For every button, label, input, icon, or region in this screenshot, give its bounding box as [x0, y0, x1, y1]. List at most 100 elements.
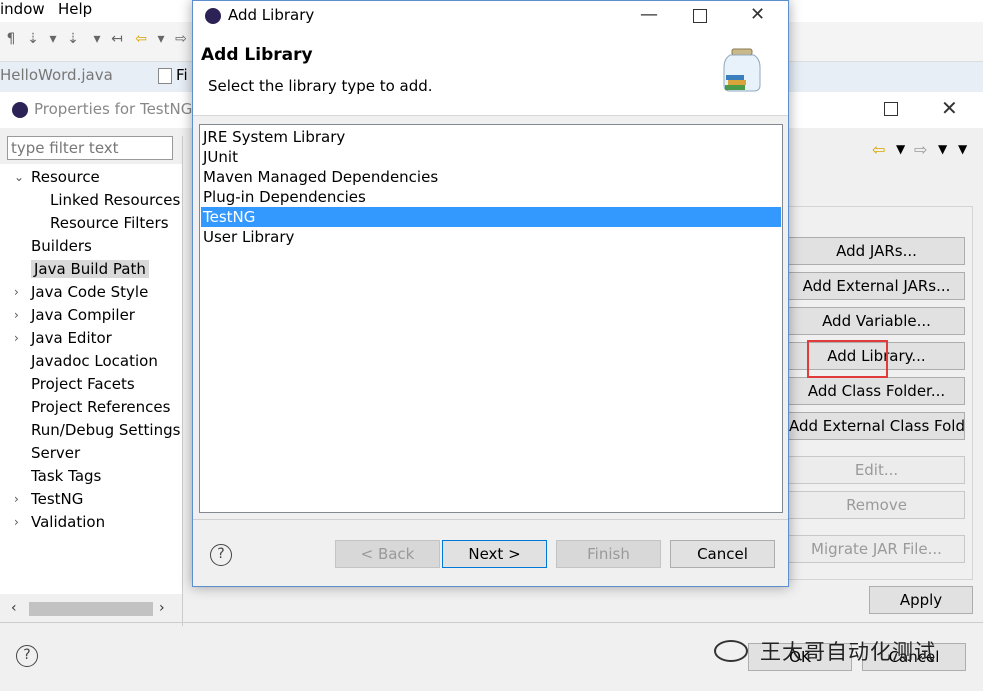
- tree-label: Java Code Style: [31, 283, 149, 301]
- add-class-folder-button[interactable]: Add Class Folder...: [788, 377, 965, 405]
- chevron-right-icon[interactable]: ›: [14, 304, 19, 326]
- cancel-button[interactable]: Cancel: [670, 540, 775, 568]
- chevron-down-icon[interactable]: ▾: [88, 30, 106, 48]
- tree-label: Builders: [31, 237, 92, 255]
- library-list[interactable]: JRE System Library JUnit Maven Managed D…: [199, 124, 783, 513]
- chevron-down-icon[interactable]: ▾: [44, 30, 62, 48]
- maximize-icon[interactable]: [884, 102, 898, 116]
- tree-item-javadoc-location[interactable]: Javadoc Location: [0, 350, 158, 372]
- menu-help[interactable]: Help: [58, 0, 92, 18]
- annotation-icon[interactable]: ⇣: [24, 30, 42, 48]
- tab-label: HelloWord.java: [0, 66, 113, 84]
- eclipse-icon: [12, 102, 28, 118]
- close-icon[interactable]: ✕: [750, 4, 765, 25]
- chevron-down-icon[interactable]: ▼: [896, 142, 905, 156]
- apply-button[interactable]: Apply: [869, 586, 973, 614]
- divider: [193, 519, 788, 520]
- add-jars-button[interactable]: Add JARs...: [788, 237, 965, 265]
- list-item-junit[interactable]: JUnit: [201, 147, 781, 167]
- chevron-down-icon[interactable]: ▼: [938, 142, 947, 156]
- chevron-down-icon[interactable]: ▾: [152, 30, 170, 48]
- chevron-right-icon[interactable]: ›: [14, 511, 19, 533]
- annotation-nav-icon[interactable]: ⇣: [64, 30, 82, 48]
- add-external-jars-button[interactable]: Add External JARs...: [788, 272, 965, 300]
- list-item-testng[interactable]: TestNG: [201, 207, 781, 227]
- tree-item-java-code-style[interactable]: › Java Code Style: [0, 281, 148, 303]
- filter-input[interactable]: type filter text: [7, 136, 173, 160]
- tree-label: Run/Debug Settings: [31, 421, 181, 439]
- add-variable-button[interactable]: Add Variable...: [788, 307, 965, 335]
- scroll-right-icon[interactable]: ›: [159, 600, 165, 616]
- tree-label: Project Facets: [31, 375, 135, 393]
- watermark-text: 王大哥自动化测试: [760, 640, 936, 664]
- tree-label: Task Tags: [31, 467, 102, 485]
- tree-item-task-tags[interactable]: Task Tags: [0, 465, 101, 487]
- chevron-right-icon[interactable]: ›: [14, 327, 19, 349]
- java-file-icon: [158, 67, 172, 84]
- tree-item-resource[interactable]: ⌄ Resource: [0, 166, 100, 188]
- list-item-maven-managed-dependencies[interactable]: Maven Managed Dependencies: [201, 167, 781, 187]
- view-menu-icon[interactable]: ▼: [958, 142, 967, 156]
- chevron-right-icon[interactable]: ›: [14, 281, 19, 303]
- divider: [0, 622, 983, 623]
- library-jar-icon: [723, 48, 761, 92]
- migrate-jar-button[interactable]: Migrate JAR File...: [788, 535, 965, 563]
- tree-item-java-compiler[interactable]: › Java Compiler: [0, 304, 135, 326]
- tree-item-testng[interactable]: › TestNG: [0, 488, 83, 510]
- tab-file[interactable]: Fi: [158, 66, 188, 90]
- tree-item-builders[interactable]: Builders: [0, 235, 92, 257]
- dialog-title-bar: Add Library — ✕: [193, 1, 788, 31]
- tree-item-validation[interactable]: › Validation: [0, 511, 105, 533]
- tree-label: Resource: [31, 168, 100, 186]
- help-icon[interactable]: ?: [210, 544, 232, 566]
- tree-item-java-build-path[interactable]: Java Build Path: [0, 258, 149, 280]
- list-item-plugin-dependencies[interactable]: Plug-in Dependencies: [201, 187, 781, 207]
- tree-item-server[interactable]: Server: [0, 442, 80, 464]
- remove-button[interactable]: Remove: [788, 491, 965, 519]
- forward-arrow-icon[interactable]: ⇨: [914, 140, 927, 159]
- tree-label: TestNG: [31, 490, 84, 508]
- list-item-user-library[interactable]: User Library: [201, 227, 781, 247]
- show-whitespace-icon[interactable]: ¶: [2, 30, 20, 48]
- back-arrow-icon[interactable]: ⇦: [132, 30, 150, 48]
- tree-label: Validation: [31, 513, 106, 531]
- close-icon[interactable]: ✕: [941, 96, 958, 120]
- watermark-icon: [714, 640, 748, 662]
- tree-item-project-references[interactable]: Project References: [0, 396, 170, 418]
- maximize-icon[interactable]: [693, 9, 707, 23]
- add-external-class-folder-button[interactable]: Add External Class Folder...: [788, 412, 965, 440]
- chevron-right-icon[interactable]: ›: [14, 488, 19, 510]
- properties-title: Properties for TestNG: [34, 100, 193, 118]
- tree-item-resource-filters[interactable]: Resource Filters: [0, 212, 169, 234]
- eclipse-icon: [205, 8, 221, 24]
- dialog-heading: Add Library: [201, 45, 313, 65]
- dialog-title: Add Library: [228, 6, 315, 24]
- chevron-down-icon[interactable]: ⌄: [14, 166, 24, 188]
- edit-button[interactable]: Edit...: [788, 456, 965, 484]
- properties-tree: ⌄ Resource Linked Resources Resource Filt…: [0, 164, 182, 594]
- help-icon[interactable]: ?: [16, 645, 38, 667]
- tree-item-run-debug-settings[interactable]: Run/Debug Settings: [0, 419, 180, 441]
- tree-label: Server: [31, 444, 81, 462]
- tree-item-java-editor[interactable]: › Java Editor: [0, 327, 112, 349]
- finish-button[interactable]: Finish: [556, 540, 661, 568]
- tab-helloword[interactable]: HelloWord.java: [0, 66, 113, 90]
- scrollbar-thumb[interactable]: [29, 602, 153, 616]
- dialog-subtitle: Select the library type to add.: [208, 77, 433, 95]
- tree-horizontal-scrollbar[interactable]: ‹ ›: [7, 600, 175, 618]
- scroll-left-icon[interactable]: ‹: [11, 600, 17, 616]
- menu-window[interactable]: indow: [0, 0, 45, 18]
- tree-label: Javadoc Location: [31, 352, 158, 370]
- last-edit-icon[interactable]: ↤: [108, 30, 126, 48]
- minimize-icon[interactable]: —: [640, 4, 658, 25]
- tree-item-project-facets[interactable]: Project Facets: [0, 373, 135, 395]
- tree-item-linked-resources[interactable]: Linked Resources: [0, 189, 180, 211]
- add-library-dialog: Add Library — ✕ Add Library Select the l…: [192, 0, 789, 587]
- dialog-header: Add Library Select the library type to a…: [193, 31, 788, 116]
- next-button[interactable]: Next >: [442, 540, 547, 568]
- list-item-jre-system-library[interactable]: JRE System Library: [201, 127, 781, 147]
- back-button[interactable]: < Back: [335, 540, 440, 568]
- back-arrow-icon[interactable]: ⇦: [872, 140, 885, 159]
- tree-label: Java Compiler: [31, 306, 135, 324]
- forward-arrow-icon[interactable]: ⇨: [172, 30, 190, 48]
